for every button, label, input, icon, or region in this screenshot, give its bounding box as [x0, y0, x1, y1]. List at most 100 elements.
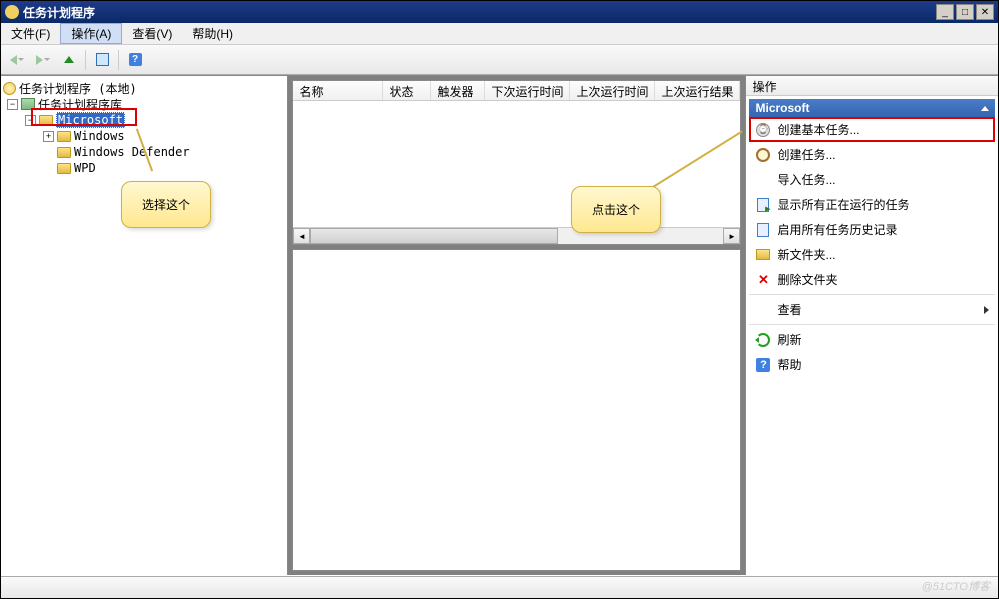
toolbar-separator: [85, 50, 86, 70]
blank-icon: [755, 172, 771, 188]
folder-icon: [57, 131, 71, 142]
section-title: Microsoft: [755, 101, 809, 115]
refresh-icon: [755, 332, 771, 348]
menubar: 文件(F) 操作(A) 查看(V) 帮助(H): [1, 23, 998, 45]
toolbar: ?: [1, 45, 998, 75]
callout-click: 点击这个: [571, 186, 661, 233]
action-label: 新文件夹...: [777, 246, 835, 263]
tree-windows[interactable]: + Windows: [3, 128, 285, 144]
scroll-right-button[interactable]: ►: [723, 228, 740, 244]
actions-panel: 操作 Microsoft ⌚ 创建基本任务... 创建任务... 导入任务...: [746, 76, 998, 575]
toolbar-refresh-button[interactable]: [90, 48, 114, 72]
col-trigger[interactable]: 触发器: [431, 81, 485, 100]
action-label: 查看: [777, 301, 801, 318]
action-new-folder[interactable]: 新文件夹...: [749, 242, 995, 267]
action-separator: [749, 324, 995, 325]
action-view[interactable]: 查看: [749, 297, 995, 322]
nav-forward-button: [31, 48, 55, 72]
titlebar: 任务计划程序 _ □ ✕: [1, 1, 998, 23]
new-folder-icon: [755, 247, 771, 263]
callout-select: 选择这个: [121, 181, 211, 228]
window-title: 任务计划程序: [23, 4, 936, 21]
col-last-run[interactable]: 上次运行时间: [570, 81, 655, 100]
action-label: 帮助: [777, 356, 801, 373]
nav-up-button[interactable]: [57, 48, 81, 72]
action-create-task[interactable]: 创建任务...: [749, 142, 995, 167]
tree-toggle-icon[interactable]: −: [7, 99, 18, 110]
action-label: 显示所有正在运行的任务: [777, 196, 909, 213]
menu-action[interactable]: 操作(A): [60, 23, 122, 44]
maximize-button[interactable]: □: [956, 4, 974, 20]
action-delete-folder[interactable]: ✕ 删除文件夹: [749, 267, 995, 292]
tree-root[interactable]: 任务计划程序 (本地): [3, 80, 285, 96]
detail-view: [292, 249, 741, 571]
col-status[interactable]: 状态: [383, 81, 431, 100]
action-label: 启用所有任务历史记录: [777, 221, 897, 238]
tree-library-label: 任务计划程序库: [38, 96, 122, 113]
tree-wpd[interactable]: WPD: [3, 160, 285, 176]
library-icon: [21, 98, 35, 110]
tree-toggle-icon[interactable]: −: [25, 115, 36, 126]
tree-root-label: 任务计划程序 (本地): [19, 80, 137, 97]
callout-text: 点击这个: [592, 203, 640, 217]
tree-wpd-label: WPD: [74, 161, 96, 175]
folder-icon: [57, 147, 71, 158]
menu-view[interactable]: 查看(V): [122, 23, 182, 44]
menu-file[interactable]: 文件(F): [1, 23, 60, 44]
calendar-icon: ⌚: [755, 122, 771, 138]
action-create-basic-task[interactable]: ⌚ 创建基本任务...: [749, 117, 995, 142]
action-help[interactable]: ? 帮助: [749, 352, 995, 377]
actions-panel-title: 操作: [746, 76, 998, 96]
action-refresh[interactable]: 刷新: [749, 327, 995, 352]
col-last-result[interactable]: 上次运行结果: [655, 81, 740, 100]
minimize-button[interactable]: _: [936, 4, 954, 20]
action-label: 导入任务...: [777, 171, 835, 188]
list-header: 名称 状态 触发器 下次运行时间 上次运行时间 上次运行结果: [293, 81, 740, 101]
nav-back-button: [5, 48, 29, 72]
action-separator: [749, 294, 995, 295]
action-label: 删除文件夹: [777, 271, 837, 288]
horizontal-scrollbar[interactable]: ◄ ►: [293, 227, 740, 244]
close-button[interactable]: ✕: [976, 4, 994, 20]
actions-body: Microsoft ⌚ 创建基本任务... 创建任务... 导入任务... 显示…: [746, 96, 998, 575]
toolbar-separator: [118, 50, 119, 70]
app-icon: [5, 5, 19, 19]
statusbar: [1, 576, 998, 598]
history-icon: [755, 222, 771, 238]
center-panel: 名称 状态 触发器 下次运行时间 上次运行时间 上次运行结果 ◄ ►: [288, 76, 746, 575]
tree-toggle-icon[interactable]: +: [43, 131, 54, 142]
tree-microsoft-label: Microsoft: [56, 112, 125, 128]
scheduler-icon: [3, 82, 16, 95]
actions-section-header[interactable]: Microsoft: [749, 99, 995, 117]
scroll-left-button[interactable]: ◄: [293, 228, 310, 244]
action-label: 创建任务...: [777, 146, 835, 163]
tree-library[interactable]: − 任务计划程序库: [3, 96, 285, 112]
col-name[interactable]: 名称: [293, 81, 383, 100]
task-list: 名称 状态 触发器 下次运行时间 上次运行时间 上次运行结果 ◄ ►: [292, 80, 741, 245]
submenu-arrow-icon: [984, 306, 989, 314]
collapse-arrow-icon: [981, 106, 989, 111]
main-content: 任务计划程序 (本地) − 任务计划程序库 − Microsoft + Wind…: [1, 75, 998, 575]
blank-icon: [755, 302, 771, 318]
action-label: 刷新: [777, 331, 801, 348]
tree-microsoft[interactable]: − Microsoft: [3, 112, 285, 128]
action-show-running[interactable]: 显示所有正在运行的任务: [749, 192, 995, 217]
toolbar-help-button[interactable]: ?: [123, 48, 147, 72]
action-enable-history[interactable]: 启用所有任务历史记录: [749, 217, 995, 242]
folder-icon: [57, 163, 71, 174]
window-controls: _ □ ✕: [936, 4, 994, 20]
action-label: 创建基本任务...: [777, 121, 859, 138]
tree-windows-label: Windows: [74, 129, 125, 143]
delete-icon: ✕: [755, 272, 771, 288]
scroll-thumb[interactable]: [310, 228, 558, 244]
clock-icon: [755, 147, 771, 163]
running-tasks-icon: [755, 197, 771, 213]
action-import-task[interactable]: 导入任务...: [749, 167, 995, 192]
watermark: @51CTO博客: [922, 578, 990, 594]
tree-defender-label: Windows Defender: [74, 145, 190, 159]
help-icon: ?: [755, 357, 771, 373]
folder-icon: [39, 115, 53, 126]
col-next-run[interactable]: 下次运行时间: [485, 81, 570, 100]
list-body[interactable]: [293, 101, 740, 227]
menu-help[interactable]: 帮助(H): [182, 23, 243, 44]
